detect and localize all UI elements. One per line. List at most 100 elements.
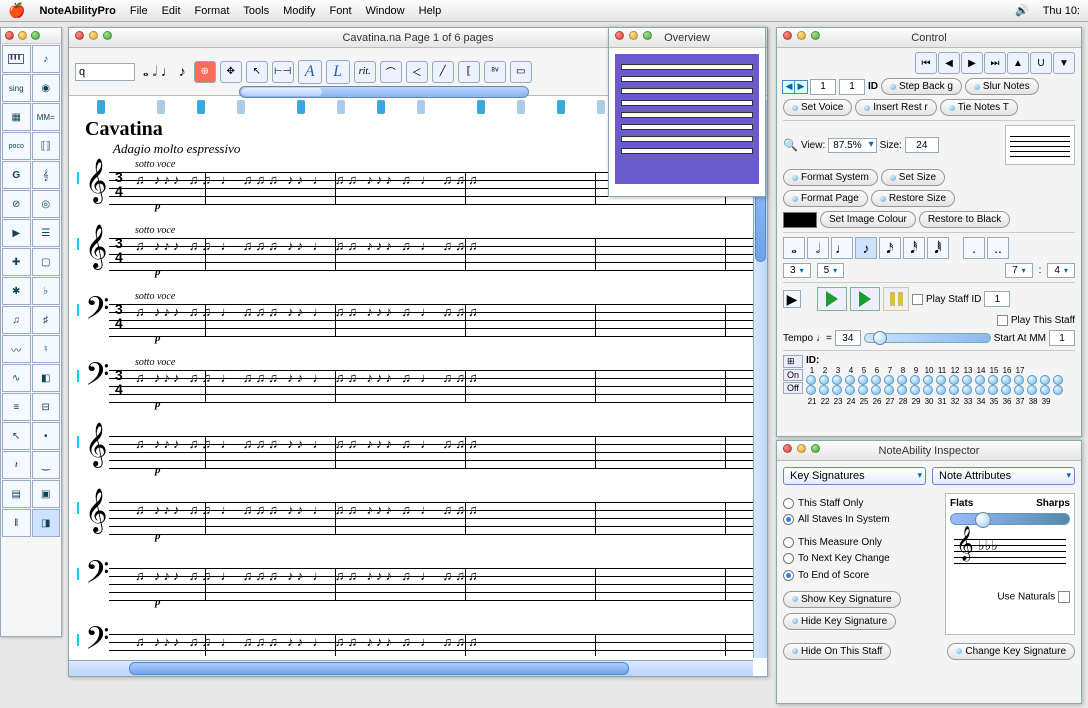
tie-notes-button[interactable]: Tie Notes T — [940, 99, 1018, 116]
off-toggle[interactable]: Off — [783, 382, 803, 394]
nav-last-icon[interactable]: ⏭ — [984, 52, 1006, 74]
tool-flat-icon[interactable]: ♭ — [32, 277, 61, 305]
hide-ks-button[interactable]: Hide Key Signature — [783, 613, 896, 630]
tool-rest-icon[interactable]: 𝄽 — [2, 451, 31, 479]
size-field[interactable] — [905, 137, 939, 153]
cursor-tool-icon[interactable]: ↖ — [246, 61, 268, 83]
tool-barline-icon[interactable]: ‖ — [2, 509, 31, 537]
view-combo[interactable]: 87.5% — [828, 138, 876, 153]
tool-wave-icon[interactable]: 〰 — [2, 335, 31, 363]
id-field-1[interactable] — [810, 79, 836, 95]
slur-notes-button[interactable]: Slur Notes — [965, 78, 1039, 95]
zoom-icon[interactable] — [643, 31, 652, 40]
tool-sing-icon[interactable]: sing — [2, 74, 31, 102]
magnifier-icon[interactable]: 🔍 — [783, 138, 798, 152]
tool-natural-icon[interactable]: ♮ — [32, 335, 61, 363]
rect-tool-icon[interactable]: ▭ — [510, 61, 532, 83]
menu-font[interactable]: Font — [329, 5, 351, 17]
tool-beam-icon[interactable]: ♫ — [2, 306, 31, 334]
nav-play-icon[interactable]: ▶ — [961, 52, 983, 74]
tool-measure-icon[interactable]: ⊟ — [32, 393, 61, 421]
radio-this-staff[interactable] — [783, 498, 794, 509]
tool-cancel-icon[interactable]: ⊘ — [2, 190, 31, 218]
id-nav[interactable]: ◀▶ — [783, 80, 807, 94]
double-dot-icon[interactable]: .. — [987, 237, 1009, 259]
tool-clef-icon[interactable]: 𝄞 — [32, 161, 61, 189]
rit-tool-button[interactable]: rit. — [354, 61, 376, 83]
radio-end-score[interactable] — [783, 570, 794, 581]
tool-dot-icon[interactable]: • — [32, 422, 61, 450]
tuplet-7[interactable]: 7 — [1005, 263, 1033, 278]
radio-this-measure[interactable] — [783, 537, 794, 548]
flats-sharps-slider[interactable] — [950, 513, 1070, 525]
close-icon[interactable] — [783, 444, 792, 453]
hide-on-staff-button[interactable]: Hide On This Staff — [783, 643, 891, 660]
8va-tool-icon[interactable]: ⁸ᵛ — [484, 61, 506, 83]
set-voice-button[interactable]: Set Voice — [783, 99, 852, 116]
tool-note-icon[interactable]: ♪ — [32, 45, 61, 73]
eighth-note-icon[interactable]: ♪ — [855, 237, 877, 259]
tempo-slider[interactable] — [864, 333, 991, 343]
tool-bracket-icon[interactable]: ⟦⟧ — [32, 132, 61, 160]
tuplet-4[interactable]: 4 — [1047, 263, 1075, 278]
minimize-icon[interactable] — [797, 444, 806, 453]
set-colour-button[interactable]: Set Image Colour — [820, 211, 916, 228]
cresc-tool-icon[interactable]: ＜ — [406, 61, 428, 83]
on-toggle[interactable]: On — [783, 369, 803, 381]
radio-next-key[interactable] — [783, 553, 794, 564]
play-flag-icon[interactable]: ▶ — [783, 290, 801, 308]
menu-modify[interactable]: Modify — [283, 5, 315, 17]
nav-first-icon[interactable]: ⏮ — [915, 52, 937, 74]
a-tool-button[interactable]: A — [298, 60, 322, 84]
close-icon[interactable] — [615, 31, 624, 40]
hbar-tool-icon[interactable]: ⊢⊣ — [272, 61, 294, 83]
inspector-popup-right[interactable]: Note Attributes — [932, 467, 1075, 485]
quarter-note-icon[interactable]: ♩ — [831, 237, 853, 259]
thirtysecond-note-icon[interactable]: 𝅘𝅥𝅰 — [903, 237, 925, 259]
zoom-icon[interactable] — [811, 31, 820, 40]
play-button[interactable] — [817, 287, 847, 311]
tool-grid-icon[interactable]: ▦ — [2, 103, 31, 131]
tool-poco-icon[interactable]: poco — [2, 132, 31, 160]
dot-icon[interactable]: . — [963, 237, 985, 259]
search-input[interactable] — [75, 63, 135, 81]
radio-all-staves[interactable] — [783, 514, 794, 525]
horizontal-scrollbar[interactable] — [69, 660, 753, 676]
play-staff-id-check[interactable] — [912, 294, 923, 305]
l-tool-button[interactable]: L — [326, 60, 350, 84]
tool-stave-icon[interactable]: ▤ — [2, 480, 31, 508]
zoom-icon[interactable] — [103, 31, 112, 40]
minimize-icon[interactable] — [797, 31, 806, 40]
set-size-button[interactable]: Set Size — [881, 169, 945, 186]
tool-target-icon[interactable]: ◎ — [32, 190, 61, 218]
tool-gradient-icon[interactable]: ◧ — [32, 364, 61, 392]
tool-piano-icon[interactable] — [2, 45, 31, 73]
play-from-button[interactable] — [850, 287, 880, 311]
menu-window[interactable]: Window — [366, 5, 405, 17]
tool-tie-icon[interactable]: ‿ — [32, 451, 61, 479]
volume-icon[interactable]: 🔊 — [1015, 4, 1029, 17]
tool-ruler-icon[interactable]: ☰ — [32, 219, 61, 247]
id-dots-row1[interactable] — [806, 375, 1075, 385]
menu-help[interactable]: Help — [419, 5, 442, 17]
control-titlebar[interactable]: Control — [777, 28, 1081, 48]
close-icon[interactable] — [783, 31, 792, 40]
tool-sharp-icon[interactable]: ♯ — [32, 306, 61, 334]
tool-mm-icon[interactable]: MM= — [32, 103, 61, 131]
tuplet-5[interactable]: 5 — [817, 263, 845, 278]
inspector-titlebar[interactable]: NoteAbility Inspector — [777, 441, 1081, 461]
tool-play-icon[interactable]: ▶ — [2, 219, 31, 247]
use-naturals-check[interactable] — [1058, 591, 1070, 603]
play-this-staff-check[interactable] — [997, 315, 1008, 326]
tool-waveform-icon[interactable]: ∿ — [2, 364, 31, 392]
nav-down-icon[interactable]: ▼ — [1053, 52, 1075, 74]
tool-lines-icon[interactable]: ≡ — [2, 393, 31, 421]
overview-body[interactable] — [609, 48, 765, 190]
zoom-icon[interactable] — [811, 444, 820, 453]
id-dots-row2[interactable] — [806, 385, 1075, 395]
apple-menu-icon[interactable]: 🍎 — [8, 2, 25, 19]
tool-g-icon[interactable]: G — [2, 161, 31, 189]
tempo-field[interactable] — [835, 330, 861, 346]
menu-file[interactable]: File — [130, 5, 148, 17]
tool-sq-icon[interactable]: ▣ — [32, 480, 61, 508]
